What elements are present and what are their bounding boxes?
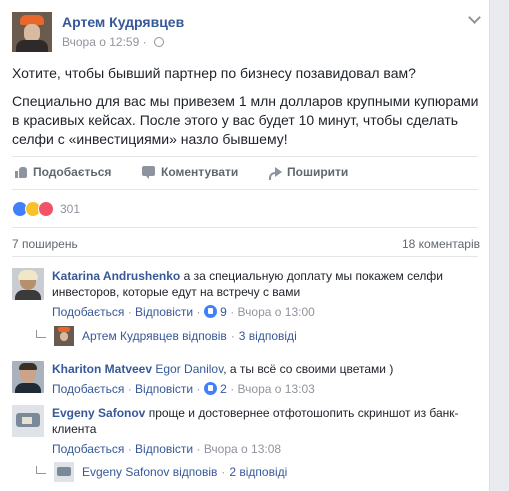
chevron-down-icon[interactable] <box>468 12 482 26</box>
separator: · <box>230 382 235 396</box>
separator: · <box>196 305 201 319</box>
comment-like-link[interactable]: Подобається <box>52 442 124 456</box>
separator: · <box>196 382 201 396</box>
comment-reply-link[interactable]: Відповісти <box>135 305 193 319</box>
comment-reply-link[interactable]: Відповісти <box>135 442 193 456</box>
reply-author: Артем Кудрявцев відповів <box>82 329 227 343</box>
like-badge-icon <box>203 382 217 395</box>
commenter-avatar[interactable] <box>12 405 44 437</box>
comment-button[interactable]: Коментувати <box>142 161 238 183</box>
share-icon <box>268 165 282 180</box>
meta-separator: · <box>142 35 147 49</box>
thumbs-up-icon <box>14 165 28 179</box>
post-meta: Вчора о 12:59 · <box>62 35 164 49</box>
comment-icon <box>142 165 156 179</box>
reply-author-avatar <box>54 462 74 482</box>
separator: · <box>221 465 226 479</box>
reply-count: 3 відповіді <box>238 329 297 343</box>
shares-count[interactable]: 7 поширень <box>12 237 78 251</box>
replies-link[interactable]: Артем Кудрявцев відповів · 3 відповіді <box>36 326 297 346</box>
comment-likes-count[interactable]: 9 <box>220 305 227 319</box>
post-paragraph: Специально для вас мы привезем 1 млн дол… <box>12 93 479 147</box>
comment-body: Khariton Matveev Egor Danilov, а ты всё … <box>52 361 472 397</box>
comment-body: Katarina Andrushenko а за специальную до… <box>52 268 472 320</box>
author-avatar[interactable] <box>12 12 52 52</box>
commenter-name[interactable]: Khariton Matveev <box>52 362 152 376</box>
post-header: Артем Кудрявцев Вчора о 12:59 · <box>12 12 482 52</box>
page-background <box>490 0 509 491</box>
replies-link[interactable]: Evgeny Safonov відповів · 2 відповіді <box>36 462 287 482</box>
post-actions-bar: Подобається Коментувати Поширити <box>12 161 478 183</box>
reactions-summary[interactable]: 301 <box>12 200 80 218</box>
reply-author: Evgeny Safonov відповів <box>82 465 218 479</box>
like-button[interactable]: Подобається <box>14 161 111 183</box>
comment-label: Коментувати <box>161 165 239 179</box>
comment-time[interactable]: Вчора о 13:00 <box>238 305 315 319</box>
share-label: Поширити <box>287 165 349 179</box>
reply-arrow-icon <box>36 330 46 338</box>
separator: · <box>127 305 132 319</box>
post-card: Артем Кудрявцев Вчора о 12:59 · Хотите, … <box>0 0 490 491</box>
comment-actions: Подобається · Відповісти · Вчора о 13:08 <box>52 441 472 457</box>
share-button[interactable]: Поширити <box>268 161 348 183</box>
reactions-count[interactable]: 301 <box>60 202 80 216</box>
separator: · <box>196 442 201 456</box>
globe-icon <box>153 37 164 47</box>
divider <box>12 256 478 257</box>
post-text: Хотите, чтобы бывший партнер по бизнесу … <box>12 64 480 158</box>
separator: · <box>230 305 235 319</box>
post-stats: 7 поширень 18 коментарів <box>12 237 480 251</box>
comment-mention[interactable]: Egor Danilov <box>155 362 223 376</box>
post-paragraph: Хотите, чтобы бывший партнер по бизнесу … <box>12 65 416 81</box>
comment-body: Evgeny Safonov проще и достовернее отфот… <box>52 405 472 457</box>
comment-like-link[interactable]: Подобається <box>52 382 124 396</box>
separator: · <box>127 442 132 456</box>
comment-time[interactable]: Вчора о 13:03 <box>238 382 315 396</box>
reply-count: 2 відповіді <box>229 465 288 479</box>
comment-like-link[interactable]: Подобається <box>52 305 124 319</box>
separator: · <box>127 382 132 396</box>
post-author-name[interactable]: Артем Кудрявцев <box>62 14 184 30</box>
commenter-name[interactable]: Katarina Andrushenko <box>52 269 180 283</box>
comment-actions: Подобається · Відповісти · 9 · Вчора о 1… <box>52 304 472 320</box>
commenter-name[interactable]: Evgeny Safonov <box>52 406 145 420</box>
like-label: Подобається <box>33 165 112 179</box>
comment-time[interactable]: Вчора о 13:08 <box>204 442 281 456</box>
reply-arrow-icon <box>36 466 46 474</box>
commenter-avatar[interactable] <box>12 268 44 300</box>
comment-text: , а ты всё со своими цветами ) <box>223 362 394 376</box>
like-badge-icon <box>203 305 217 318</box>
divider <box>12 189 478 190</box>
divider <box>12 227 478 228</box>
separator: · <box>230 329 235 343</box>
commenter-avatar[interactable] <box>12 361 44 393</box>
comment-likes-count[interactable]: 2 <box>220 382 227 396</box>
post-time[interactable]: Вчора о 12:59 <box>62 35 139 49</box>
comments-count[interactable]: 18 коментарів <box>402 237 480 251</box>
reply-author-avatar <box>54 326 74 346</box>
comment-actions: Подобається · Відповісти · 2 · Вчора о 1… <box>52 381 472 397</box>
comment-reply-link[interactable]: Відповісти <box>135 382 193 396</box>
divider <box>12 156 478 157</box>
love-reaction-icon <box>38 201 54 217</box>
